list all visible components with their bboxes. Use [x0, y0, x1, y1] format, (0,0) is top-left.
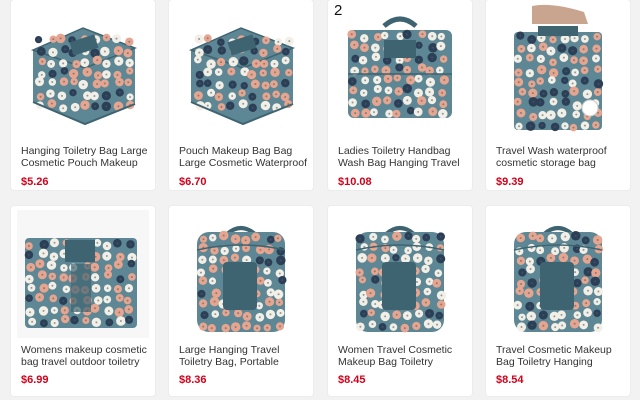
product-price: $8.45 — [338, 374, 366, 386]
product-card[interactable]: Pouch Makeup Bag Bag Large Cosmetic Wate… — [169, 0, 313, 190]
product-price: $9.39 — [496, 176, 524, 188]
floral-case-closed-image — [30, 27, 138, 126]
product-image[interactable] — [175, 4, 307, 132]
product-title[interactable]: Travel Cosmetic Makeup Bag Toiletry Hang… — [496, 344, 626, 368]
product-price: $6.99 — [21, 374, 49, 386]
product-price: $10.08 — [338, 176, 372, 188]
product-card[interactable]: Womens makeup cosmetic bag travel outdoo… — [11, 206, 155, 396]
floral-case-hanging-image — [196, 226, 287, 333]
product-price: $8.54 — [496, 374, 524, 386]
product-image[interactable] — [492, 210, 624, 338]
product-price: $5.26 — [21, 176, 49, 188]
product-title[interactable]: Womens makeup cosmetic bag travel outdoo… — [21, 344, 151, 368]
product-image[interactable] — [334, 210, 466, 338]
product-title[interactable]: Large Hanging Travel Toiletry Bag, Porta… — [179, 344, 309, 368]
product-image[interactable] — [334, 4, 466, 132]
product-title[interactable]: Travel Wash waterproof cosmetic storage … — [496, 145, 626, 169]
product-card[interactable]: Travel Wash waterproof cosmetic storage … — [486, 0, 630, 190]
floral-case-open-image — [17, 210, 149, 338]
product-price: $8.36 — [179, 374, 207, 386]
product-card[interactable]: Women Travel Cosmetic Makeup Bag Toiletr… — [328, 206, 472, 396]
product-image[interactable] — [175, 210, 307, 338]
product-title[interactable]: Ladies Toiletry Handbag Wash Bag Hanging… — [338, 145, 468, 169]
product-title[interactable]: Pouch Makeup Bag Bag Large Cosmetic Wate… — [179, 145, 309, 169]
product-card[interactable]: Travel Cosmetic Makeup Bag Toiletry Hang… — [486, 206, 630, 396]
floral-case-hanging-image — [513, 226, 604, 333]
product-card[interactable]: Large Hanging Travel Toiletry Bag, Porta… — [169, 206, 313, 396]
product-image[interactable] — [492, 4, 624, 132]
floral-case-handle-image — [347, 16, 452, 119]
image-index-badge: 2 — [334, 2, 343, 19]
product-price: $6.70 — [179, 176, 207, 188]
product-grid: Hanging Toiletry Bag Large Cosmetic Pouc… — [0, 0, 640, 400]
product-card[interactable]: 2 Ladies Toiletry Handbag Wash Bag Hangi… — [328, 0, 472, 190]
product-image[interactable] — [17, 210, 149, 338]
product-title[interactable]: Hanging Toiletry Bag Large Cosmetic Pouc… — [21, 145, 151, 169]
floral-case-hanging-image — [355, 226, 447, 333]
floral-case-hand-held-image — [513, 4, 604, 132]
product-card[interactable]: Hanging Toiletry Bag Large Cosmetic Pouc… — [11, 0, 155, 190]
floral-case-closed-image — [188, 27, 296, 126]
product-image[interactable] — [17, 4, 149, 132]
product-title[interactable]: Women Travel Cosmetic Makeup Bag Toiletr… — [338, 344, 468, 368]
